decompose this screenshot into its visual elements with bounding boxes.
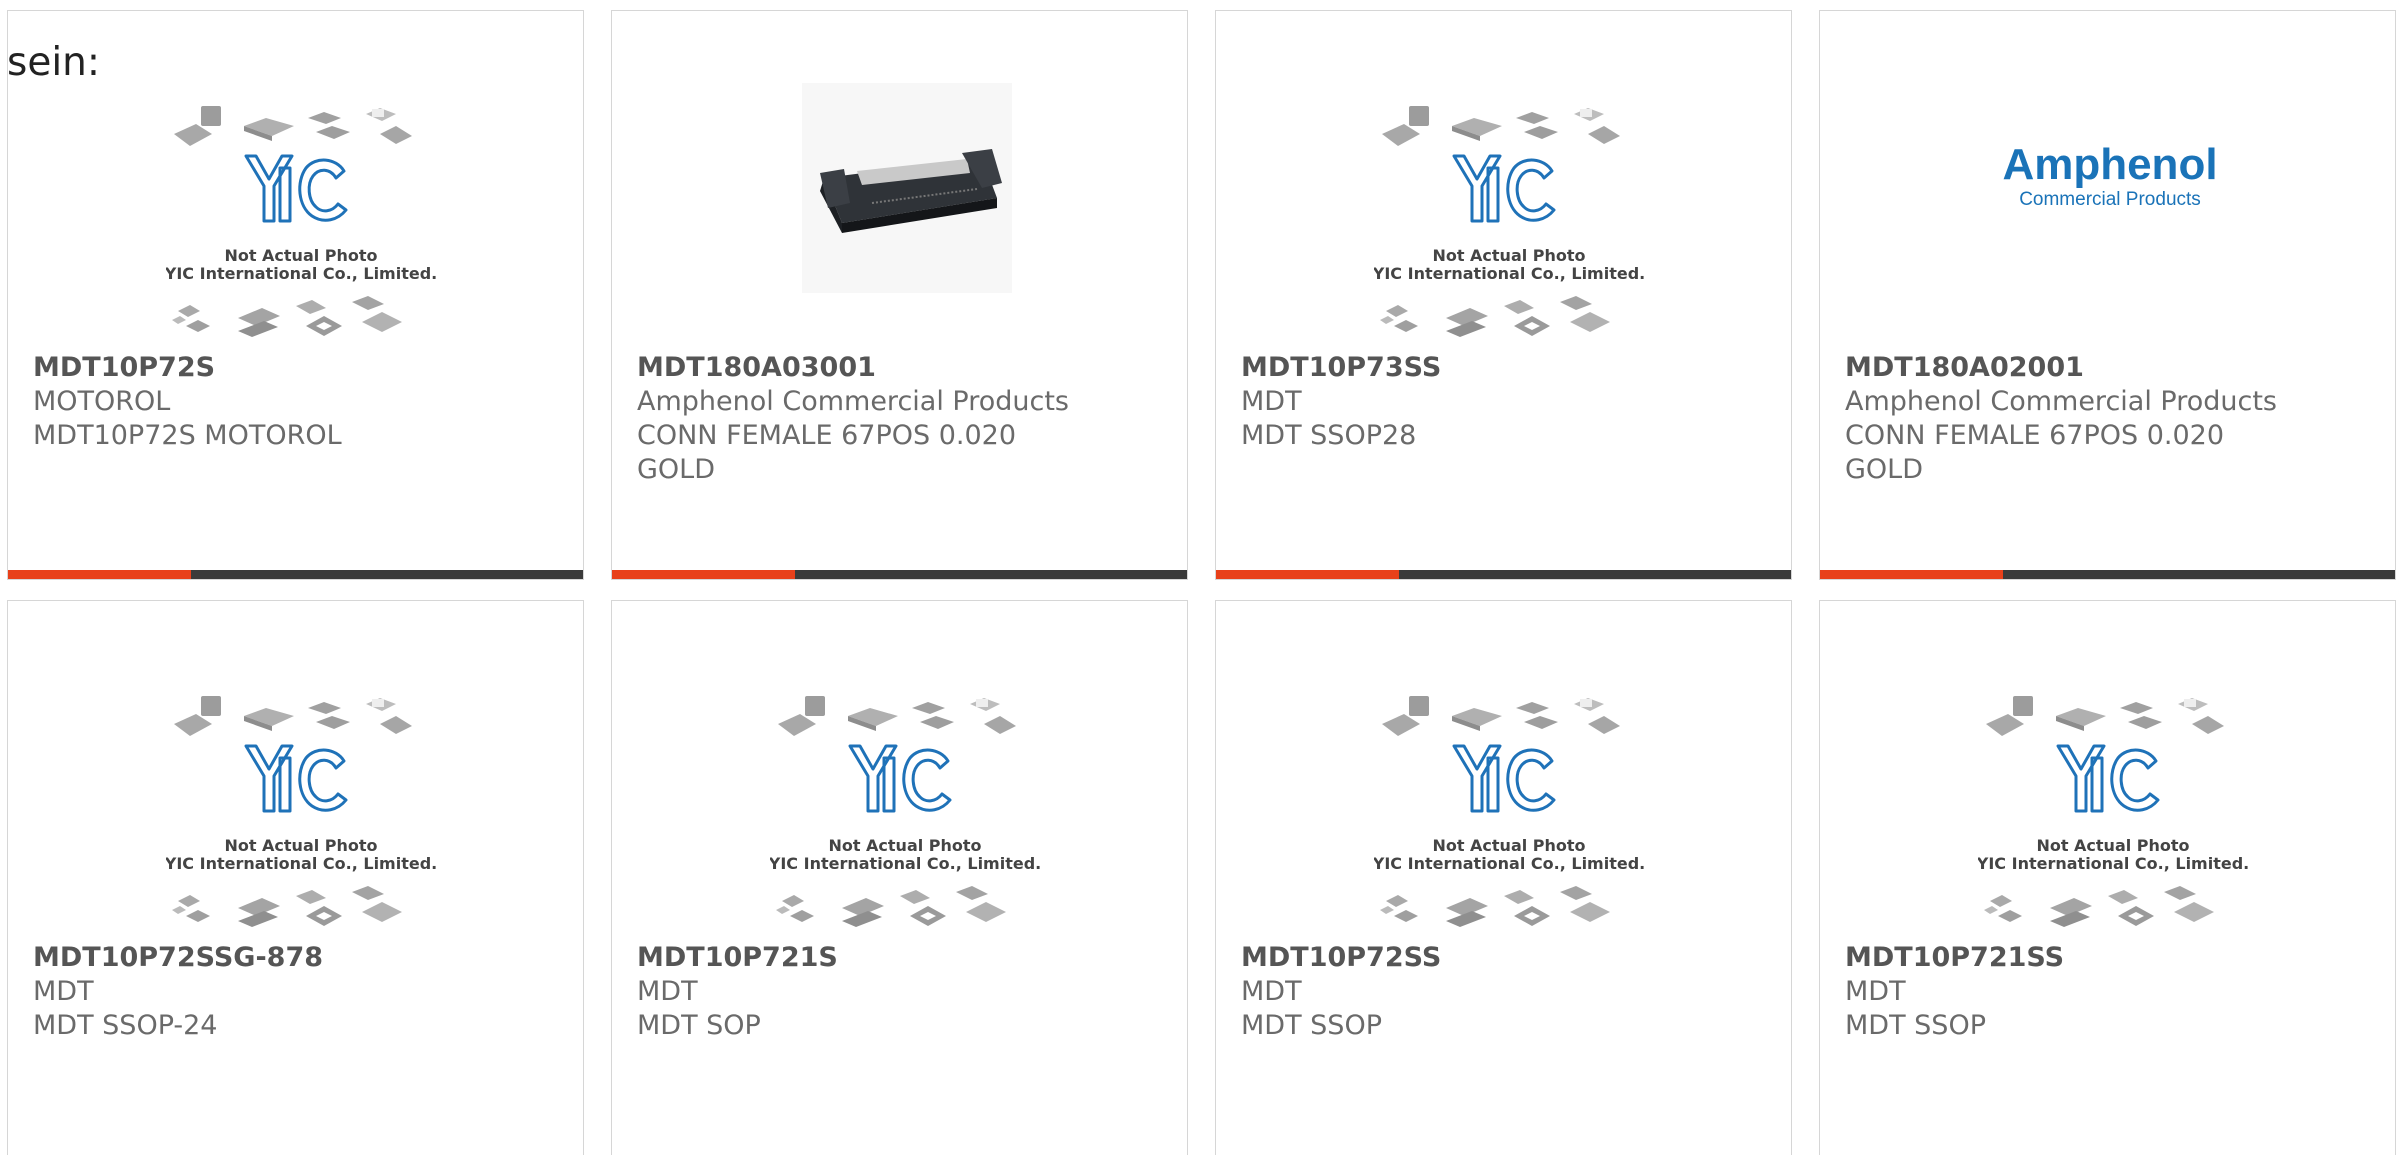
placeholder-image: Not Actual Photo YIC International Co., … bbox=[768, 686, 1041, 936]
caption-line2: YIC International Co., Limited. bbox=[1374, 854, 1644, 873]
manufacturer: Amphenol Commercial Products bbox=[1845, 386, 2277, 417]
part-number[interactable]: MDT10P72SSG-878 bbox=[33, 941, 558, 975]
product-info: MDT10P72SSG-878 MDT MDT SSOP-24 bbox=[33, 941, 558, 1043]
part-number[interactable]: MDT10P721SS bbox=[1845, 941, 2370, 975]
product-card[interactable]: Not Actual Photo YIC International Co., … bbox=[1215, 600, 1792, 1155]
product-card[interactable]: Not Actual Photo YIC International Co., … bbox=[611, 600, 1188, 1155]
product-info: MDT10P72SS MDT MDT SSOP bbox=[1241, 941, 1766, 1043]
description-cont: GOLD bbox=[637, 454, 716, 485]
description: MDT10P72S MOTOROL bbox=[33, 420, 342, 451]
caption-line1: Not Actual Photo bbox=[1432, 246, 1585, 265]
description: MDT SSOP-24 bbox=[33, 1010, 218, 1041]
product-card[interactable]: Not Actual Photo YIC International Co., … bbox=[7, 600, 584, 1155]
manufacturer: MOTOROL bbox=[33, 386, 171, 417]
placeholder-image: Not Actual Photo YIC International Co., … bbox=[164, 96, 437, 346]
product-info: MDT10P721S MDT MDT SOP bbox=[637, 941, 1162, 1043]
description: CONN FEMALE 67POS 0.020 bbox=[1845, 420, 2225, 451]
card-bar bbox=[1216, 570, 1791, 579]
product-card[interactable]: Not Actual Photo YIC International Co., … bbox=[1819, 600, 2396, 1155]
manufacturer: MDT bbox=[637, 976, 698, 1007]
card-bar-accent bbox=[1216, 570, 1399, 579]
caption-line1: Not Actual Photo bbox=[224, 246, 377, 265]
description: MDT SOP bbox=[637, 1010, 761, 1041]
manufacturer: MDT bbox=[1241, 386, 1302, 417]
description: MDT SSOP bbox=[1241, 1010, 1382, 1041]
description: CONN FEMALE 67POS 0.020 bbox=[637, 420, 1017, 451]
description: MDT SSOP bbox=[1845, 1010, 1986, 1041]
page: sein: Not Actual Photo YIC International… bbox=[0, 0, 2400, 1155]
part-number[interactable]: MDT180A02001 bbox=[1845, 351, 2370, 385]
caption-line1: Not Actual Photo bbox=[2036, 836, 2189, 855]
caption-line1: Not Actual Photo bbox=[1432, 836, 1585, 855]
product-info: MDT10P72S MOTOROL MDT10P72S MOTOROL bbox=[33, 351, 558, 453]
product-grid: Not Actual Photo YIC International Co., … bbox=[0, 0, 2400, 1155]
logo-brand: Amphenol bbox=[2002, 141, 2217, 189]
lead-text: sein: bbox=[7, 40, 101, 85]
caption-line2: YIC International Co., Limited. bbox=[166, 854, 436, 873]
part-number[interactable]: MDT10P72S bbox=[33, 351, 558, 385]
placeholder-image: Not Actual Photo YIC International Co., … bbox=[1976, 686, 2249, 936]
manufacturer: MDT bbox=[33, 976, 94, 1007]
description-cont: GOLD bbox=[1845, 454, 1924, 485]
placeholder-image: Not Actual Photo YIC International Co., … bbox=[164, 686, 437, 936]
placeholder-image: Not Actual Photo YIC International Co., … bbox=[1372, 96, 1645, 346]
manufacturer: Amphenol Commercial Products bbox=[637, 386, 1069, 417]
description: MDT SSOP28 bbox=[1241, 420, 1417, 451]
card-bar-accent bbox=[1820, 570, 2003, 579]
caption-line2: YIC International Co., Limited. bbox=[1374, 264, 1644, 283]
part-number[interactable]: MDT10P73SS bbox=[1241, 351, 1766, 385]
card-bar bbox=[612, 570, 1187, 579]
product-card[interactable]: Amphenol Commercial Products MDT180A0200… bbox=[1819, 10, 2396, 580]
part-number[interactable]: MDT10P72SS bbox=[1241, 941, 1766, 975]
card-bar bbox=[1820, 570, 2395, 579]
placeholder-image: Not Actual Photo YIC International Co., … bbox=[1372, 686, 1645, 936]
card-bar-accent bbox=[612, 570, 795, 579]
product-card[interactable]: Not Actual Photo YIC International Co., … bbox=[7, 10, 584, 580]
caption-line2: YIC International Co., Limited. bbox=[166, 264, 436, 283]
manufacturer: MDT bbox=[1241, 976, 1302, 1007]
amphenol-logo: Amphenol Commercial Products bbox=[2000, 140, 2220, 221]
card-bar bbox=[8, 570, 583, 579]
logo-sub: Commercial Products bbox=[2019, 189, 2201, 210]
product-info: MDT180A02001 Amphenol Commercial Product… bbox=[1845, 351, 2370, 487]
caption-line2: YIC International Co., Limited. bbox=[1978, 854, 2248, 873]
product-info: MDT10P721SS MDT MDT SSOP bbox=[1845, 941, 2370, 1043]
product-photo bbox=[802, 83, 1012, 293]
product-info: MDT10P73SS MDT MDT SSOP28 bbox=[1241, 351, 1766, 453]
caption-line2: YIC International Co., Limited. bbox=[770, 854, 1040, 873]
caption-line1: Not Actual Photo bbox=[828, 836, 981, 855]
product-card[interactable]: Not Actual Photo YIC International Co., … bbox=[1215, 10, 1792, 580]
manufacturer: MDT bbox=[1845, 976, 1906, 1007]
part-number[interactable]: MDT10P721S bbox=[637, 941, 1162, 975]
card-bar-accent bbox=[8, 570, 191, 579]
part-number[interactable]: MDT180A03001 bbox=[637, 351, 1162, 385]
product-card[interactable]: MDT180A03001 Amphenol Commercial Product… bbox=[611, 10, 1188, 580]
caption-line1: Not Actual Photo bbox=[224, 836, 377, 855]
product-info: MDT180A03001 Amphenol Commercial Product… bbox=[637, 351, 1162, 487]
